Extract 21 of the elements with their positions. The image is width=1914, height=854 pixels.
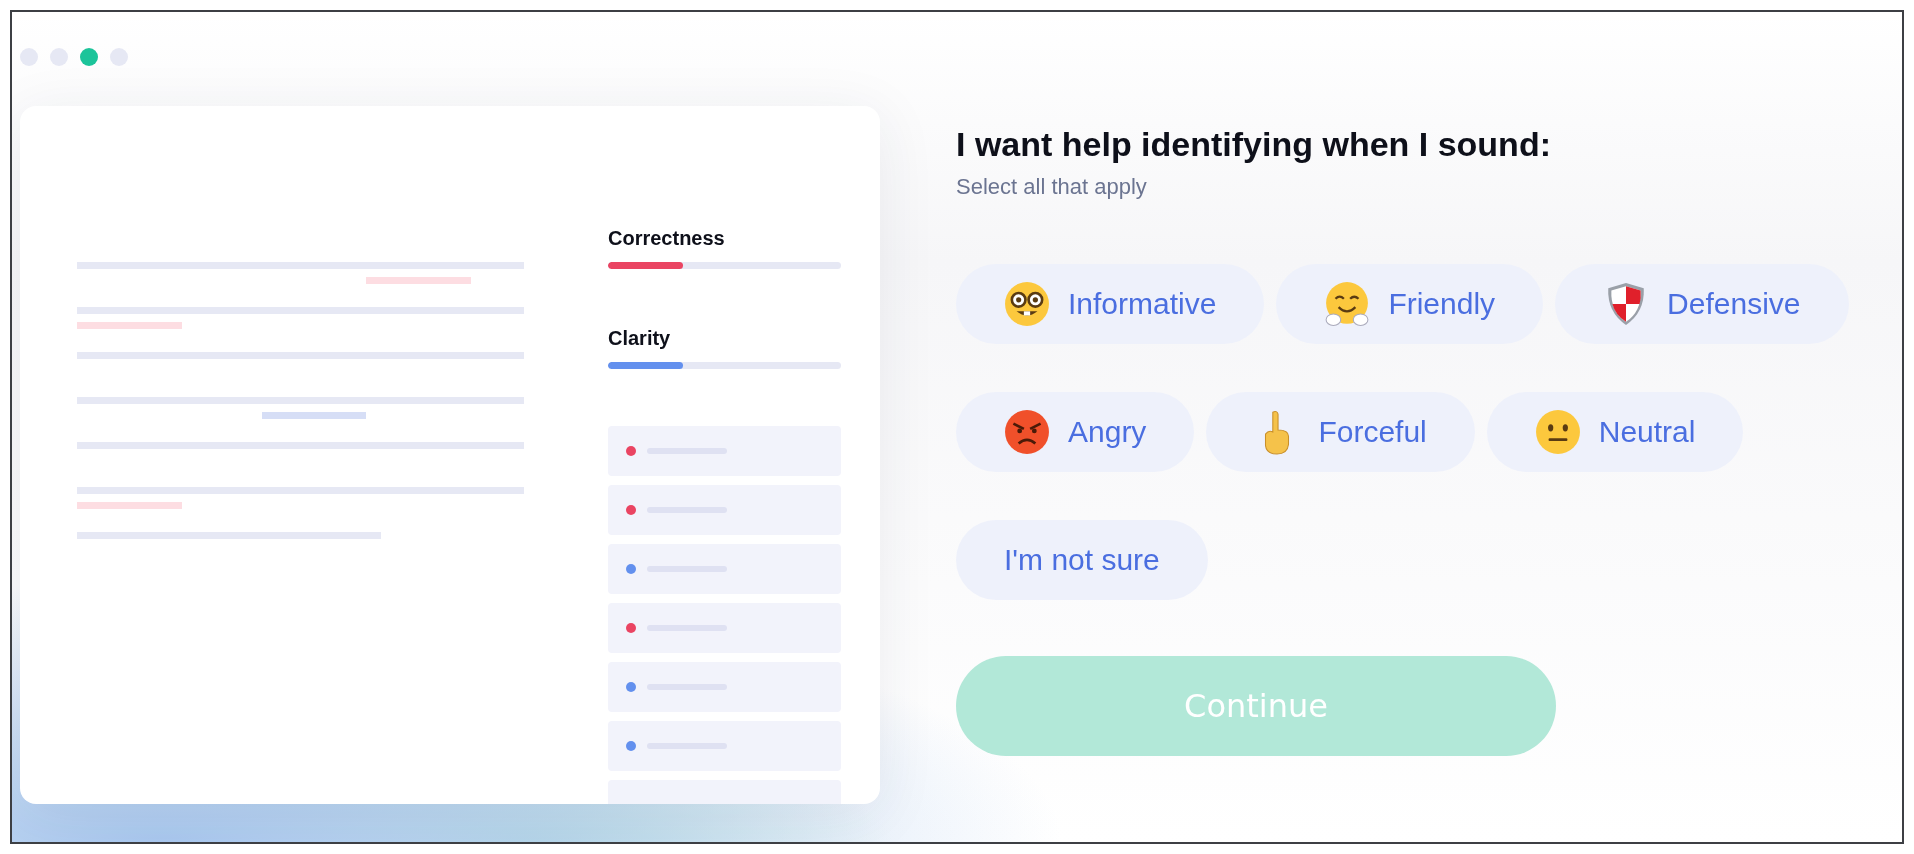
tone-option[interactable]: Angry	[956, 392, 1195, 472]
suggestion-card[interactable]	[608, 544, 841, 594]
tone-option[interactable]: I'm not sure	[956, 520, 1208, 600]
instruction-text: Select all that apply	[956, 173, 1147, 201]
tone-option[interactable]: Defensive	[1555, 264, 1849, 344]
nerd-face-icon	[1004, 281, 1050, 327]
question-title: I want help identifying when I sound:	[956, 124, 1551, 165]
suggestion-card[interactable]	[608, 721, 841, 771]
tone-option[interactable]: Neutral	[1486, 392, 1744, 472]
tone-option[interactable]: Friendly	[1276, 264, 1544, 344]
suggestion-card[interactable]	[608, 426, 841, 476]
suggestion-card[interactable]	[608, 603, 841, 653]
suggestion-card[interactable]	[608, 662, 841, 712]
angry-face-icon	[1004, 409, 1050, 455]
tone-option[interactable]: Informative	[956, 264, 1265, 344]
score-label: Clarity	[608, 326, 672, 350]
hugging-face-icon	[1324, 281, 1371, 327]
tone-option[interactable]: Forceful	[1206, 392, 1475, 472]
neutral-face-icon	[1534, 409, 1581, 455]
suggestion-card[interactable]	[608, 485, 841, 535]
score-label: Correctness	[608, 226, 726, 250]
